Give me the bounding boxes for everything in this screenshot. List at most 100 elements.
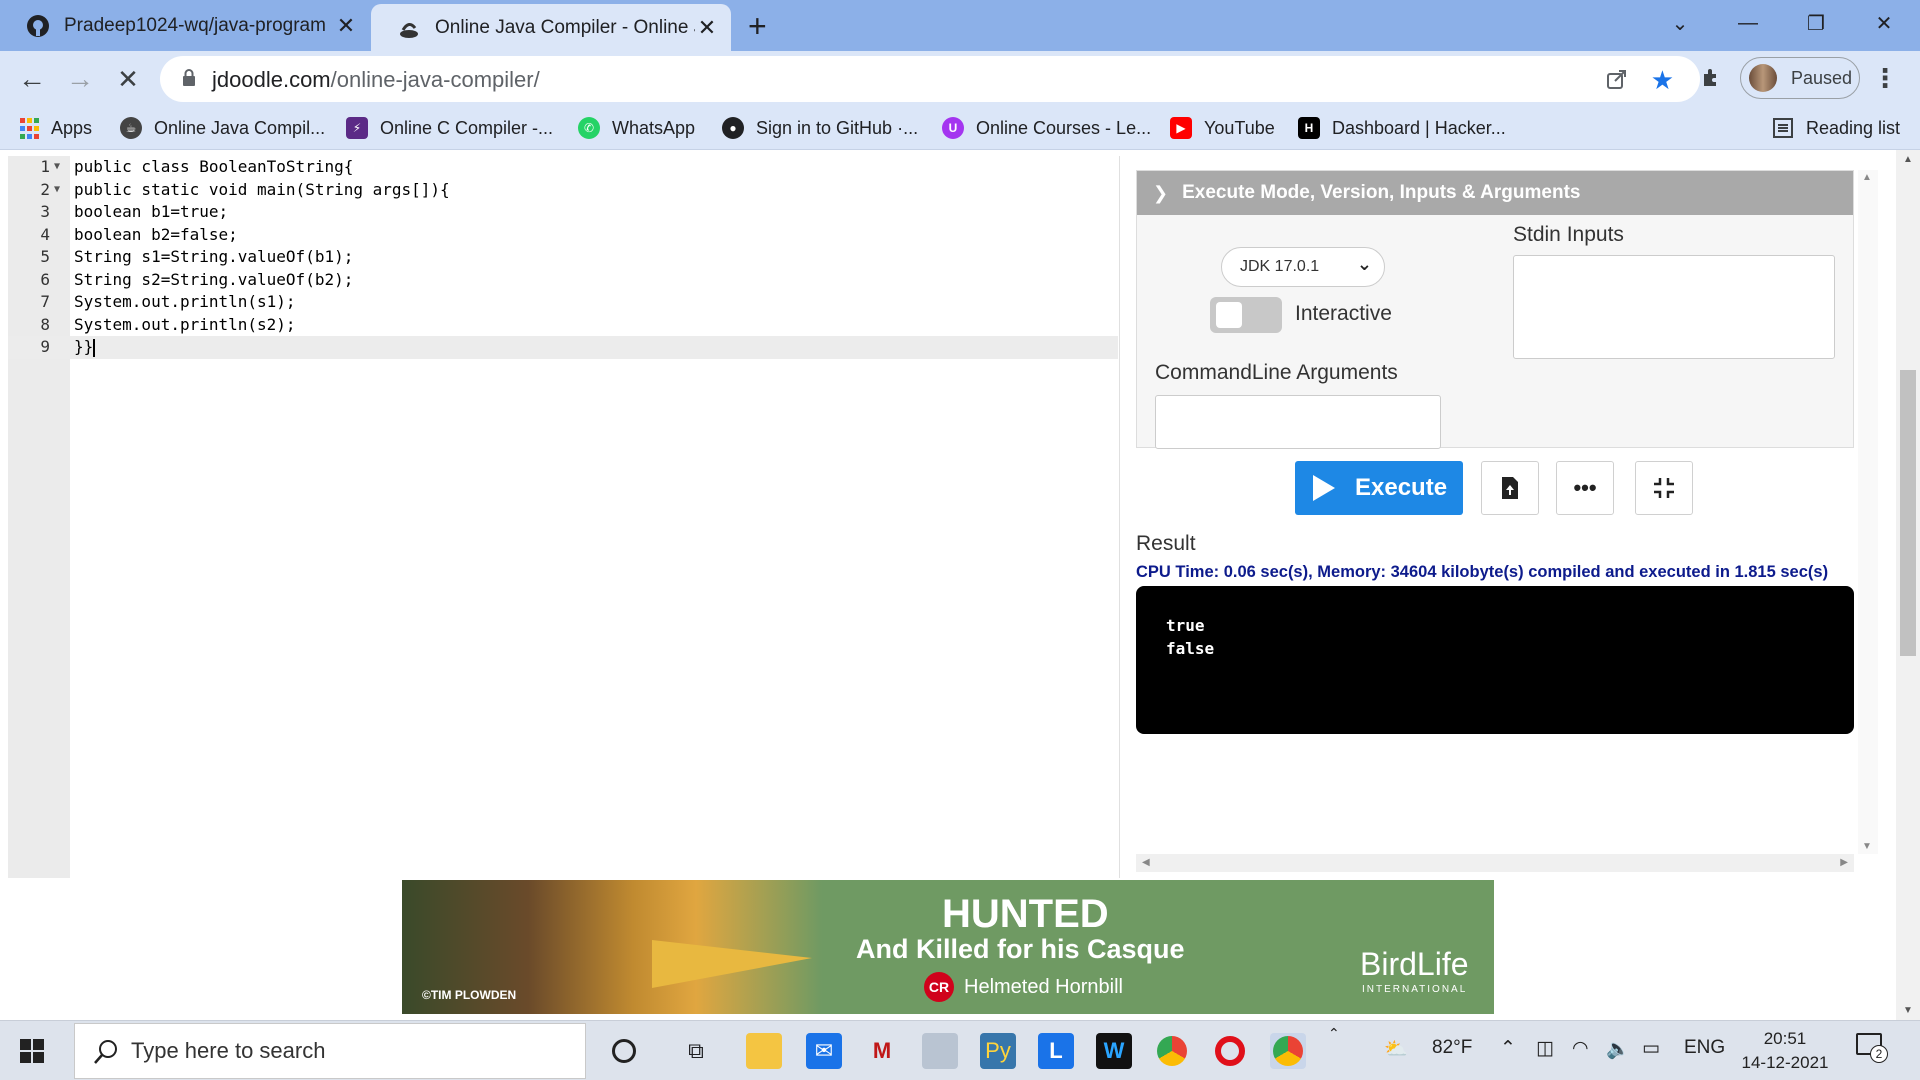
- task-view-icon[interactable]: ⧉: [678, 1033, 714, 1069]
- forward-button[interactable]: →: [62, 61, 98, 97]
- code-line[interactable]: 5 String s1=String.valueOf(b1);: [8, 246, 1118, 269]
- restore-button[interactable]: ❐: [1786, 0, 1846, 46]
- code-text-content: }}: [74, 337, 94, 356]
- new-tab-button[interactable]: +: [748, 8, 767, 45]
- bookmark-star-icon[interactable]: ★: [1651, 65, 1674, 96]
- url-text: jdoodle.com/online-java-compiler/: [212, 67, 540, 93]
- close-tab-icon[interactable]: ✕: [695, 15, 719, 41]
- advert-banner[interactable]: HUNTED And Killed for his Casque CR Helm…: [402, 880, 1494, 1014]
- panel-header[interactable]: ❯ Execute Mode, Version, Inputs & Argume…: [1137, 171, 1853, 215]
- file-explorer-icon[interactable]: [746, 1033, 782, 1069]
- bookmark-whatsapp[interactable]: ✆ WhatsApp: [578, 114, 695, 142]
- opera-icon[interactable]: [1212, 1033, 1248, 1069]
- language-indicator[interactable]: ENG: [1684, 1037, 1725, 1059]
- code-line[interactable]: 3 boolean b1=true;: [8, 201, 1118, 224]
- chrome-icon[interactable]: [1154, 1033, 1190, 1069]
- scroll-up-icon[interactable]: ▲: [1862, 172, 1872, 183]
- tab-github[interactable]: Pradeep1024-wq/java-program ✕: [0, 0, 370, 51]
- code-line[interactable]: 1 ▼ public class BooleanToString{: [8, 156, 1118, 179]
- stdin-textarea[interactable]: [1513, 255, 1835, 359]
- bookmark-youtube[interactable]: ▶ YouTube: [1170, 114, 1275, 142]
- meet-icon[interactable]: ◫: [1536, 1037, 1554, 1060]
- scroll-left-icon[interactable]: ◀: [1142, 857, 1150, 868]
- close-tab-icon[interactable]: ✕: [334, 13, 358, 39]
- bookmark-online-java[interactable]: ☕ Online Java Compil...: [120, 114, 325, 142]
- tab-jdoodle[interactable]: Online Java Compiler - Online Ja ✕: [371, 4, 731, 51]
- play-icon: [1313, 475, 1335, 501]
- volume-icon[interactable]: 🔈: [1606, 1037, 1630, 1061]
- jdk-version-value: JDK 17.0.1: [1240, 258, 1320, 275]
- upload-file-button[interactable]: [1481, 461, 1539, 515]
- collapse-button[interactable]: [1635, 461, 1693, 515]
- python-icon[interactable]: Py: [980, 1033, 1016, 1069]
- scroll-down-icon[interactable]: ▼: [1862, 841, 1872, 852]
- code-text: String s2=String.valueOf(b2);: [74, 269, 354, 289]
- scroll-down-icon[interactable]: ▼: [1903, 1005, 1913, 1016]
- cortana-icon[interactable]: [606, 1033, 642, 1069]
- scrollbar-thumb[interactable]: [1900, 370, 1916, 656]
- panel-scrollbar[interactable]: ▲ ▼: [1858, 170, 1878, 854]
- extensions-icon[interactable]: [1700, 66, 1724, 90]
- reading-list-button[interactable]: Reading list: [1772, 114, 1900, 142]
- back-button[interactable]: ←: [14, 61, 50, 97]
- mcafee-icon[interactable]: M: [864, 1033, 900, 1069]
- browser-menu-icon[interactable]: ⋮: [1872, 63, 1898, 94]
- chrome-active-icon[interactable]: [1270, 1033, 1306, 1069]
- execute-button[interactable]: Execute: [1295, 461, 1463, 515]
- bookmark-hackerrank[interactable]: H Dashboard | Hacker...: [1298, 114, 1506, 142]
- youtube-icon: ▶: [1170, 117, 1192, 139]
- bookmark-udemy[interactable]: U Online Courses - Le...: [942, 114, 1151, 142]
- jdk-version-select[interactable]: JDK 17.0.1 ⌄: [1221, 247, 1385, 287]
- bookmark-label: Apps: [51, 117, 93, 138]
- share-icon[interactable]: [1606, 68, 1628, 90]
- birdlife-logo-sub: INTERNATIONAL: [1362, 984, 1468, 995]
- lock-icon: [183, 69, 195, 86]
- page-scrollbar[interactable]: ▲ ▼: [1896, 150, 1920, 1020]
- profile-button[interactable]: Paused: [1740, 57, 1860, 99]
- code-text: boolean b1=true;: [74, 202, 229, 221]
- scroll-right-icon[interactable]: ▶: [1840, 857, 1848, 868]
- show-hidden-icons-icon[interactable]: ⌃: [1500, 1037, 1516, 1060]
- bookmark-online-c[interactable]: ⚡ Online C Compiler -...: [346, 114, 553, 142]
- windows-start-icon[interactable]: [20, 1039, 44, 1063]
- execution-stats: CPU Time: 0.06 sec(s), Memory: 34604 kil…: [1136, 563, 1829, 581]
- system-clock[interactable]: 20:51 14-12-2021: [1730, 1027, 1840, 1075]
- code-line[interactable]: 7 System.out.println(s1);: [8, 291, 1118, 314]
- panel-horizontal-scrollbar[interactable]: ◀ ▶: [1136, 854, 1854, 872]
- wifi-icon[interactable]: ◠: [1572, 1037, 1589, 1060]
- code-line[interactable]: 8 System.out.println(s2);: [8, 314, 1118, 337]
- launcher-l-icon[interactable]: L: [1038, 1033, 1074, 1069]
- fold-arrow-icon[interactable]: ▼: [54, 156, 60, 179]
- tray-expand-icon[interactable]: ⌃: [1328, 1025, 1340, 1042]
- notification-center-icon[interactable]: 2: [1856, 1033, 1888, 1063]
- reading-list-label: Reading list: [1806, 117, 1901, 138]
- battery-icon[interactable]: ▭: [1642, 1037, 1660, 1060]
- code-editor[interactable]: 1 ▼ public class BooleanToString{ 2 ▼ pu…: [8, 156, 1120, 878]
- bookmark-github[interactable]: ● Sign in to GitHub ·...: [722, 114, 918, 142]
- mail-icon[interactable]: ✉: [806, 1033, 842, 1069]
- close-window-button[interactable]: ✕: [1854, 0, 1914, 46]
- address-bar[interactable]: jdoodle.com/online-java-compiler/ ★: [160, 56, 1700, 102]
- bookmark-apps[interactable]: Apps: [20, 114, 92, 142]
- code-line[interactable]: 4 boolean b2=false;: [8, 224, 1118, 247]
- stop-loading-button[interactable]: ✕: [110, 61, 146, 97]
- webex-icon[interactable]: W: [1096, 1033, 1132, 1069]
- ad-subline: And Killed for his Casque: [856, 934, 1185, 964]
- taskbar-search-box[interactable]: Type here to search: [74, 1023, 586, 1079]
- code-line[interactable]: 6 String s2=String.valueOf(b2);: [8, 269, 1118, 292]
- minimize-button[interactable]: —: [1718, 0, 1778, 46]
- hackerrank-icon: H: [1298, 117, 1320, 139]
- weather-icon[interactable]: ⛅: [1384, 1037, 1408, 1061]
- scroll-up-icon[interactable]: ▲: [1903, 154, 1913, 165]
- cmdline-input[interactable]: [1155, 395, 1441, 449]
- weather-temp[interactable]: 82°F: [1432, 1037, 1472, 1059]
- code-line-active[interactable]: 9 }}: [8, 336, 1118, 359]
- tab-search-icon[interactable]: ⌄: [1650, 0, 1710, 46]
- photo-viewer-icon[interactable]: [922, 1033, 958, 1069]
- file-upload-icon: [1502, 477, 1518, 499]
- code-line[interactable]: 2 ▼ public static void main(String args[…: [8, 179, 1118, 202]
- interactive-toggle[interactable]: [1210, 297, 1282, 333]
- more-options-button[interactable]: •••: [1556, 461, 1614, 515]
- url-domain: jdoodle.com: [212, 67, 331, 92]
- fold-arrow-icon[interactable]: ▼: [54, 179, 60, 202]
